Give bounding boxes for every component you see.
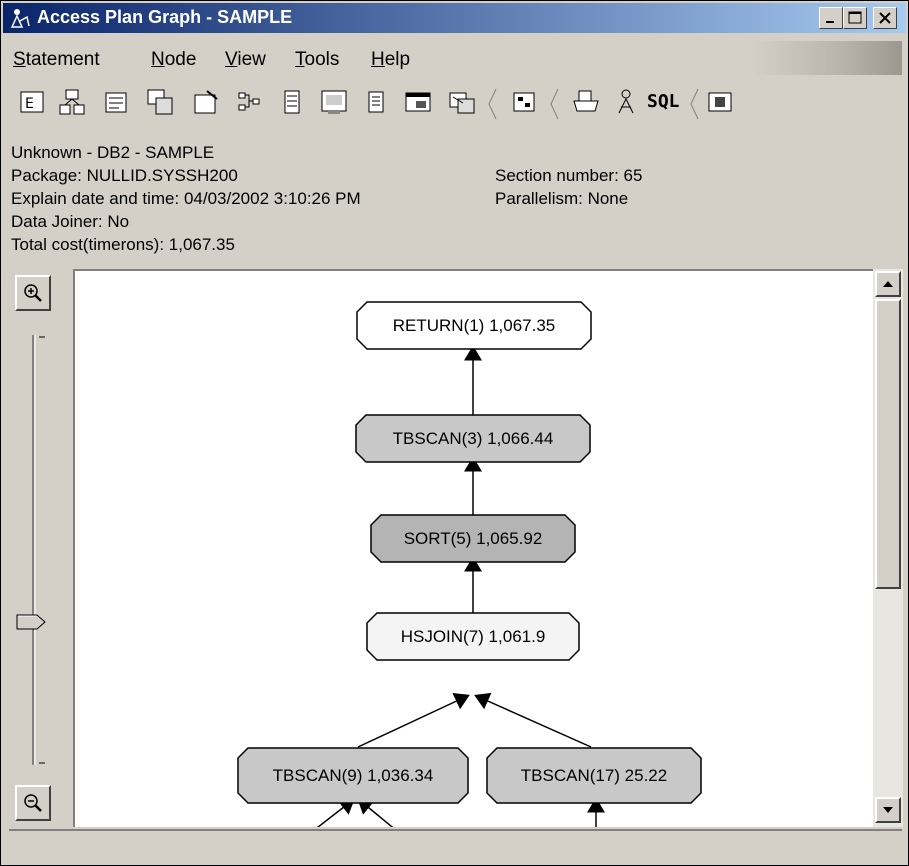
graph-node-hsjoin[interactable]: HSJOIN(7) 1,061.9 [366,612,580,661]
node-label: RETURN(1) 1,067.35 [393,316,556,335]
maximize-icon [848,11,862,24]
minimize-button[interactable] [819,7,843,29]
menu-tools[interactable]: Tools [295,49,339,71]
status-bar [9,829,902,863]
total-cost-info: Total cost(timerons): 1,067.35 [11,235,235,254]
compare-icon[interactable] [445,85,479,119]
statement-icon[interactable]: E [15,85,49,119]
graph-node-tbscan17[interactable]: TBSCAN(17) 25.22 [486,747,702,804]
menu-view[interactable]: View [225,49,266,71]
menu-node[interactable]: Node [151,49,196,71]
scroll-down-icon [883,807,893,813]
parallelism-info: Parallelism: None [495,189,629,208]
scroll-up-icon [883,281,893,287]
graph-icon[interactable] [55,85,89,119]
zoom-panel [9,269,73,829]
scroll-down-button[interactable] [875,797,901,823]
section-number-info: Section number: 65 [495,166,643,185]
settings-icon[interactable] [189,85,223,119]
toolbar: E SQL [3,77,906,129]
sql-button[interactable]: SQL [645,85,685,119]
list-icon[interactable] [275,85,309,119]
more-icon[interactable] [703,85,737,119]
db2-logo-banner [752,41,902,75]
node-label: HSJOIN(7) 1,061.9 [401,627,546,646]
zoom-slider[interactable] [9,329,73,769]
graph-canvas[interactable]: RETURN(1) 1,067.35 TBSCAN(3) 1,066.44 SO… [73,269,875,827]
app-icon [9,7,31,29]
details-icon[interactable] [507,85,541,119]
database-info: Unknown - DB2 - SAMPLE [11,143,215,162]
access-plan-graph-window: Access Plan Graph - SAMPLE Statement Nod… [0,0,909,866]
document-icon[interactable] [359,85,393,119]
data-joiner-info: Data Joiner: No [11,212,130,231]
sql-label: SQL [647,91,680,112]
node-label: TBSCAN(3) 1,066.44 [393,429,554,448]
window-title: Access Plan Graph - SAMPLE [37,7,293,27]
toolbar-separator [549,87,559,121]
node-label: TBSCAN(9) 1,036.34 [273,766,434,785]
tables-icon[interactable] [143,85,177,119]
user-icon[interactable] [609,85,643,119]
node-label: SORT(5) 1,065.92 [404,529,543,548]
flow-icon[interactable] [233,85,267,119]
graph-node-sort[interactable]: SORT(5) 1,065.92 [370,514,576,563]
zoom-out-button[interactable] [15,785,51,821]
scroll-thumb[interactable] [875,299,901,589]
graph-node-tbscan3[interactable]: TBSCAN(3) 1,066.44 [355,414,591,463]
close-button[interactable] [873,7,897,29]
minimize-icon [826,21,834,23]
statement-info: Unknown - DB2 - SAMPLE Package: NULLID.S… [11,141,361,256]
graph-node-tbscan9[interactable]: TBSCAN(9) 1,036.34 [237,747,469,804]
window-icon[interactable] [401,85,435,119]
access-plan-graph: RETURN(1) 1,067.35 TBSCAN(3) 1,066.44 SO… [237,301,702,827]
print-icon[interactable] [569,85,603,119]
svg-text:E: E [25,96,34,112]
explain-icon[interactable] [99,85,133,119]
zoom-in-button[interactable] [15,275,51,311]
toolbar-separator [689,87,699,121]
graph-node-return[interactable]: RETURN(1) 1,067.35 [356,301,592,350]
statistics-icon[interactable] [317,85,351,119]
menu-help[interactable]: Help [371,49,410,71]
close-icon [879,12,891,24]
statement-info-right: Section number: 65 Parallelism: None [495,164,642,210]
scroll-up-button[interactable] [875,271,901,297]
node-label: TBSCAN(17) 25.22 [521,766,667,785]
explain-date-info: Explain date and time: 04/03/2002 3:10:2… [11,189,361,208]
vertical-scrollbar[interactable] [873,269,903,827]
zoom-out-icon [24,794,42,812]
maximize-button[interactable] [843,7,867,29]
package-info: Package: NULLID.SYSSH200 [11,166,238,185]
zoom-slider-thumb [16,614,46,630]
toolbar-separator [487,87,497,121]
zoom-in-icon [24,284,42,302]
title-bar[interactable]: Access Plan Graph - SAMPLE [3,3,906,33]
menu-statement[interactable]: Statement [13,49,100,71]
